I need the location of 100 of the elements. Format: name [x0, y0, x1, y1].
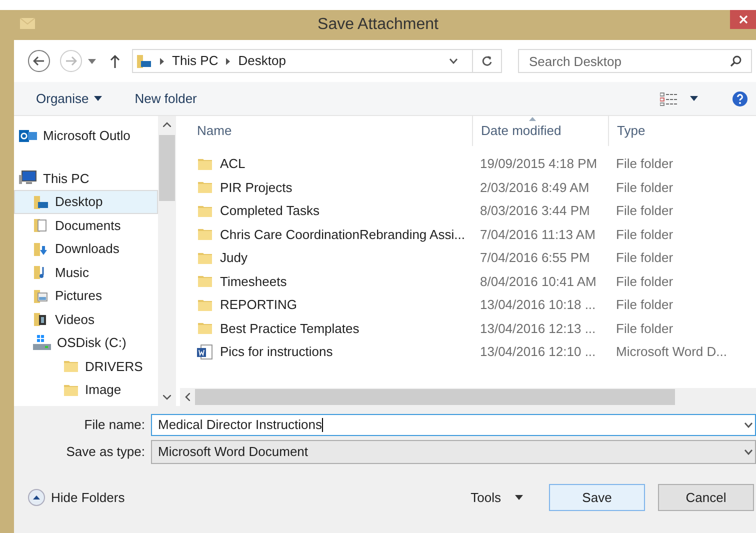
help-icon[interactable] — [732, 90, 748, 106]
date-cell-text: 8/03/2016 3:44 PM — [479, 202, 591, 220]
pictures-folder-icon — [33, 288, 49, 304]
column-header[interactable]: Type — [608, 116, 756, 146]
nav-tree-item[interactable]: Videos — [14, 308, 158, 331]
dialog-button[interactable]: Cancel — [658, 484, 754, 511]
caret-icon[interactable] — [690, 96, 698, 101]
word-document-icon — [197, 344, 213, 360]
type-cell-text: File folder — [615, 272, 674, 290]
back-arrow-icon — [33, 56, 45, 66]
type-cell-text: File folder — [615, 249, 674, 267]
forward-arrow-icon — [65, 56, 77, 66]
horizontal-scrollbar[interactable] — [180, 388, 756, 406]
nav-tree-item[interactable]: Downloads — [14, 237, 158, 260]
save-as-type-label: Save as type: — [65, 443, 146, 462]
folder-icon — [197, 273, 213, 290]
file-name-cell[interactable]: Pics for instructions — [180, 342, 472, 362]
file-name-cell[interactable]: Timesheets — [180, 272, 472, 291]
mail-app-icon — [19, 128, 37, 144]
close-icon — [738, 15, 748, 24]
file-name-cell[interactable]: PIR Projects — [180, 178, 472, 197]
organise-button[interactable]: Organise — [36, 88, 102, 108]
scroll-left-icon — [185, 393, 190, 401]
scroll-thumb[interactable] — [195, 389, 675, 405]
column-header[interactable]: Date modified — [472, 116, 608, 146]
nav-tree-item[interactable]: Documents — [14, 214, 158, 237]
date-cell-text: 19/09/2015 4:18 PM — [479, 155, 598, 173]
nav-tree-item[interactable]: Desktop — [14, 190, 158, 214]
documents-folder-icon — [33, 217, 49, 234]
address-bar[interactable]: This PC Desktop — [132, 49, 502, 73]
file-name-cell[interactable]: Completed Tasks — [180, 201, 472, 220]
type-cell-text: File folder — [615, 226, 674, 244]
nav-tree-item[interactable]: This PC — [14, 166, 158, 190]
save-as-type-dropdown[interactable]: Microsoft Word Document — [151, 440, 756, 464]
file-name-field[interactable]: Medical Director Instructions — [151, 414, 756, 436]
date-cell-text: 8/04/2016 10:41 AM — [479, 272, 598, 290]
nav-tree-item[interactable]: DRIVERS — [14, 354, 158, 378]
computer-icon — [19, 170, 37, 186]
window-title: Save Attachment — [318, 15, 438, 35]
desktop-folder-icon — [33, 194, 49, 210]
dialog-button[interactable]: Save — [549, 484, 645, 511]
nav-scrollbar[interactable] — [158, 116, 176, 406]
caret-icon — [515, 495, 523, 500]
folder-icon — [197, 226, 213, 242]
back-button[interactable] — [28, 50, 50, 72]
file-name-label: File name: — [83, 416, 146, 434]
file-name-cell[interactable]: Chris Care CoordinationRebranding Assi... — [180, 224, 472, 244]
chevron-down-icon[interactable] — [449, 58, 458, 64]
search-field[interactable]: Search Desktop — [518, 49, 752, 73]
videos-folder-icon — [33, 311, 49, 328]
nav-tree-item[interactable]: Microsoft Outlo — [14, 124, 158, 148]
column-header[interactable]: Name — [180, 116, 472, 146]
file-name-cell[interactable]: ACL — [180, 154, 472, 174]
file-name-cell[interactable]: REPORTING — [180, 295, 472, 314]
date-cell-text: 2/03/2016 8:49 AM — [479, 178, 590, 196]
date-cell-text: 13/04/2016 12:13 ... — [479, 320, 597, 338]
sort-arrow-icon — [529, 117, 536, 121]
nav-tree-item[interactable]: OSDisk (C:) — [14, 331, 158, 354]
up-arrow-icon[interactable] — [110, 54, 120, 68]
scroll-down-icon — [163, 395, 171, 400]
folder-icon — [63, 358, 79, 374]
search-icon — [730, 55, 742, 67]
type-cell-text: File folder — [615, 296, 674, 314]
chevron-right-icon — [160, 58, 164, 64]
collapse-up-icon — [28, 489, 45, 506]
dropdown-caret-icon[interactable] — [88, 58, 96, 64]
nav-tree-item[interactable]: Music — [14, 260, 158, 284]
scroll-up-icon — [163, 122, 171, 127]
type-cell-text: Microsoft Word D... — [615, 343, 728, 361]
type-cell-text: File folder — [615, 320, 674, 338]
scroll-thumb[interactable] — [159, 135, 175, 201]
folder-icon — [197, 320, 213, 336]
refresh-icon[interactable] — [481, 55, 493, 67]
folder-icon — [197, 179, 213, 196]
drive-icon — [33, 334, 51, 351]
chevron-down-icon — [744, 422, 753, 428]
close-button[interactable] — [730, 10, 756, 29]
breadcrumb-item[interactable]: Desktop — [238, 51, 286, 71]
date-cell-text: 7/04/2016 11:13 AM — [479, 226, 596, 244]
desktop-folder-icon — [136, 53, 152, 69]
hide-folders-button[interactable]: Hide Folders — [28, 488, 125, 508]
date-cell-text: 13/04/2016 12:10 ... — [479, 343, 597, 361]
file-name-cell[interactable]: Judy — [180, 248, 472, 268]
nav-tree-item[interactable]: Pictures — [14, 284, 158, 308]
nav-tree-item[interactable]: Image — [14, 378, 158, 402]
new-folder-button[interactable]: New folder — [134, 88, 197, 108]
view-options-icon[interactable] — [660, 92, 678, 106]
date-cell-text: 13/04/2016 10:18 ... — [479, 296, 597, 314]
type-cell-text: File folder — [615, 155, 674, 173]
file-name-cell[interactable]: Best Practice Templates — [180, 318, 472, 338]
downloads-folder-icon — [33, 240, 49, 257]
caret-icon — [94, 96, 102, 101]
date-cell-text: 7/04/2016 6:55 PM — [479, 249, 591, 267]
chevron-right-icon — [226, 58, 230, 64]
type-cell-text: File folder — [615, 202, 674, 220]
breadcrumb-item[interactable]: This PC — [172, 51, 218, 71]
chevron-down-icon — [744, 449, 753, 455]
type-cell-text: File folder — [615, 178, 674, 196]
tools-button[interactable]: Tools — [470, 488, 523, 508]
envelope-icon — [20, 18, 35, 29]
